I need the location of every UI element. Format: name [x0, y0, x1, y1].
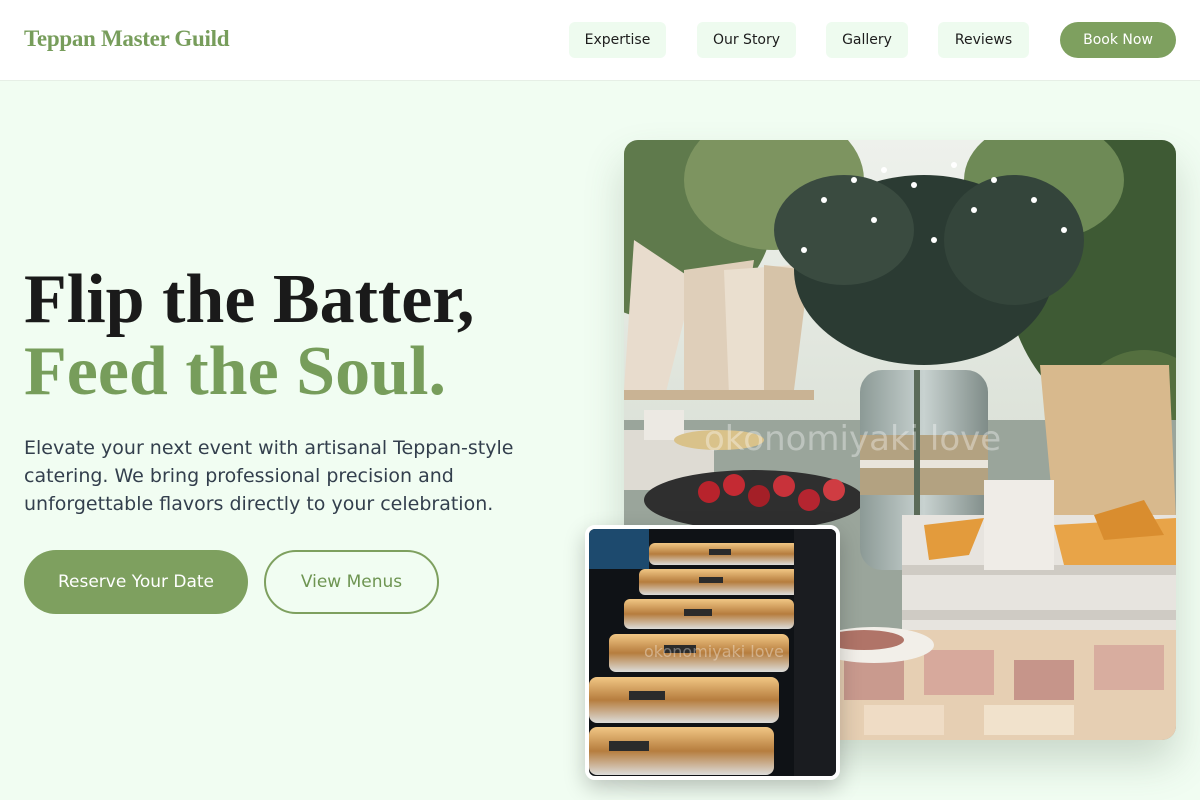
view-menus-button[interactable]: View Menus: [264, 550, 439, 614]
brand-logo[interactable]: Teppan Master Guild: [24, 26, 229, 52]
top-navigation-bar: Teppan Master Guild Expertise Our Story …: [0, 0, 1200, 81]
book-now-button[interactable]: Book Now: [1060, 22, 1176, 58]
headline-line-2: Feed the Soul.: [24, 333, 446, 410]
small-image-watermark: okonomiyaki love: [644, 642, 784, 661]
nav-link-expertise[interactable]: Expertise: [569, 22, 666, 58]
nav-link-gallery[interactable]: Gallery: [826, 22, 908, 58]
headline-line-1: Flip the Batter,: [24, 261, 475, 338]
main-image-watermark: okonomiyaki love: [704, 419, 1001, 459]
nav-link-reviews[interactable]: Reviews: [938, 22, 1029, 58]
hero-description: Elevate your next event with artisanal T…: [24, 437, 514, 515]
chafing-dishes-image: okonomiyaki love: [585, 525, 840, 780]
reserve-date-button[interactable]: Reserve Your Date: [24, 550, 248, 614]
nav-link-our-story[interactable]: Our Story: [697, 22, 796, 58]
hero-headline: Flip the Batter, Feed the Soul.: [24, 264, 474, 408]
